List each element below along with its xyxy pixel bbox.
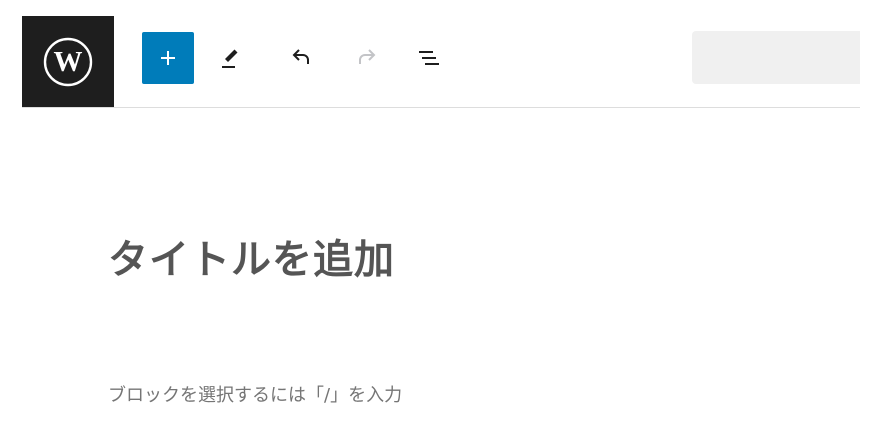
list-view-button[interactable]	[412, 40, 448, 76]
undo-arrow-icon	[292, 49, 309, 64]
redo-button[interactable]	[350, 40, 386, 76]
editor-header-toolbar: W	[0, 0, 881, 108]
redo-arrow-icon	[359, 49, 376, 64]
pencil-icon	[222, 49, 238, 68]
toolbar-divider	[22, 107, 860, 108]
block-appender-placeholder[interactable]: ブロックを選択するには「/」を入力	[108, 383, 402, 409]
list-view-icon	[419, 51, 439, 65]
add-block-button[interactable]	[142, 32, 194, 84]
plus-icon	[161, 51, 175, 65]
document-bar[interactable]	[692, 31, 860, 84]
undo-button[interactable]	[282, 40, 318, 76]
wordpress-logo-icon[interactable]: W	[22, 16, 114, 108]
post-title-placeholder[interactable]: タイトルを追加	[108, 232, 395, 288]
svg-text:W: W	[54, 46, 83, 78]
block-editor-screen: W タイトルを追加 ブロックを選択するには「/」を入力	[0, 0, 881, 441]
tools-button[interactable]	[212, 40, 248, 76]
